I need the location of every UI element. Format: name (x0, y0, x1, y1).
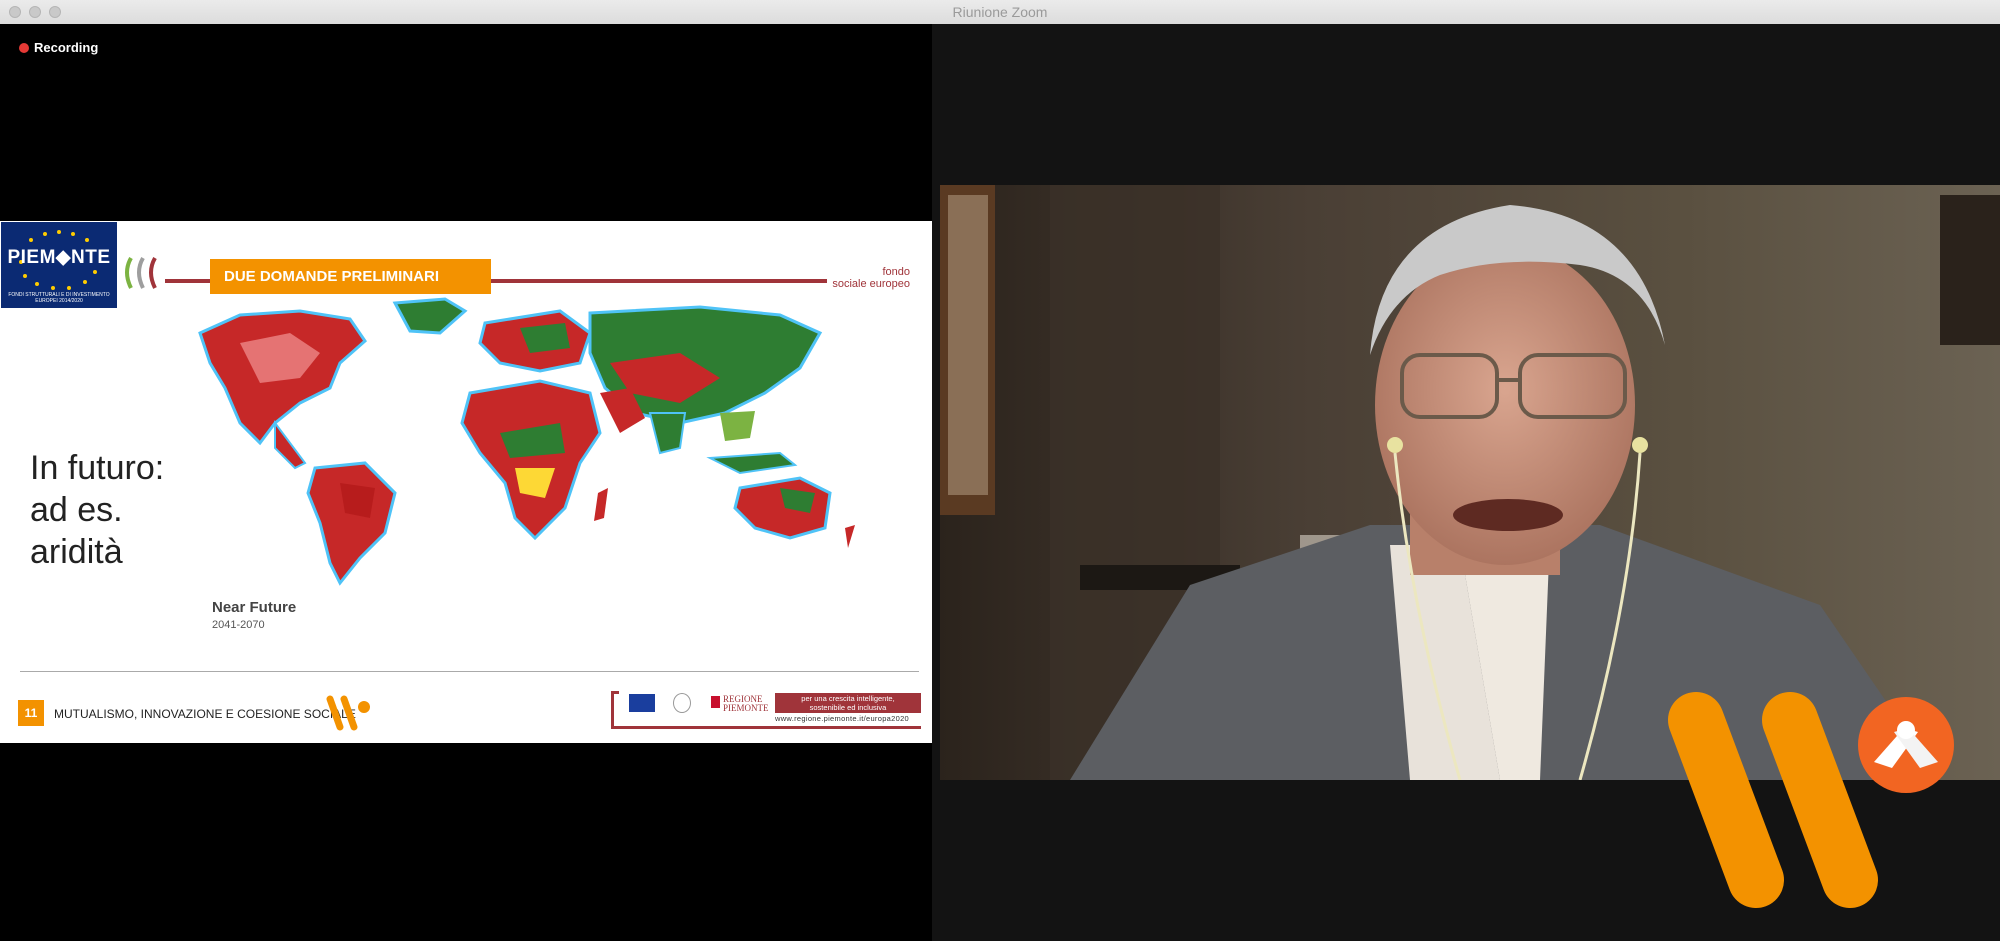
window-title: Riunione Zoom (952, 4, 1048, 20)
w-brand-logo-icon (1668, 692, 1954, 908)
body-line-3: aridità (30, 533, 123, 571)
footer-title: MUTUALISMO, INNOVAZIONE E COESIONE SOCIA… (54, 707, 356, 721)
fondo-line1: fondo (882, 266, 910, 278)
body-line-2: ad es. (30, 491, 123, 529)
regione-line2: PIEMONTE (723, 703, 769, 713)
footer-underbar (619, 726, 921, 729)
map-caption: Near Future (212, 599, 297, 616)
growth-line1: per una crescita intelligente, (801, 694, 895, 703)
piemonte-logo: PIEM◆NTE FONDI STRUTTURALI E DI INVESTIM… (1, 222, 117, 308)
recording-dot-icon (19, 42, 29, 53)
w-brand-small-icon (326, 695, 370, 731)
fondo-line2: sociale europeo (832, 278, 910, 290)
slide-body-text: In futuro: ad es. aridità (30, 447, 164, 573)
footer-rule (20, 671, 919, 672)
region-url: www.regione.piemonte.it/europa2020 (775, 714, 910, 723)
funding-logos: REGIONE PIEMONTE per una crescita intell… (611, 691, 921, 731)
logo-wordmark: PIEM◆NTE (7, 247, 111, 268)
recording-label: Recording (34, 40, 99, 55)
growth-line2: sostenibile ed inclusiva (809, 703, 887, 712)
fondo-sociale-label: fondo sociale europeo (832, 266, 910, 290)
bracket-decoration (611, 691, 619, 729)
recording-indicator[interactable]: Recording (19, 40, 98, 55)
regione-label: REGIONE PIEMONTE (723, 695, 769, 713)
logo-subtext: FONDI STRUTTURALI E DI INVESTIMENTO EURO… (8, 292, 110, 304)
page-number: 11 (18, 700, 44, 726)
slide-header: DUE DOMANDE PRELIMINARI (210, 259, 491, 294)
growth-banner: per una crescita intelligente, sostenibi… (775, 693, 921, 713)
presentation-slide: PIEM◆NTE FONDI STRUTTURALI E DI INVESTIM… (0, 221, 932, 743)
fse-arcs-icon (125, 257, 157, 289)
body-line-1: In futuro: (30, 449, 165, 487)
world-aridity-map (198, 297, 855, 586)
italy-emblem-icon (673, 693, 691, 713)
map-years: 2041-2070 (212, 619, 265, 631)
eu-flag-icon (629, 694, 655, 712)
window-titlebar: Riunione Zoom (0, 0, 2000, 25)
piemonte-shield-icon (711, 696, 720, 708)
